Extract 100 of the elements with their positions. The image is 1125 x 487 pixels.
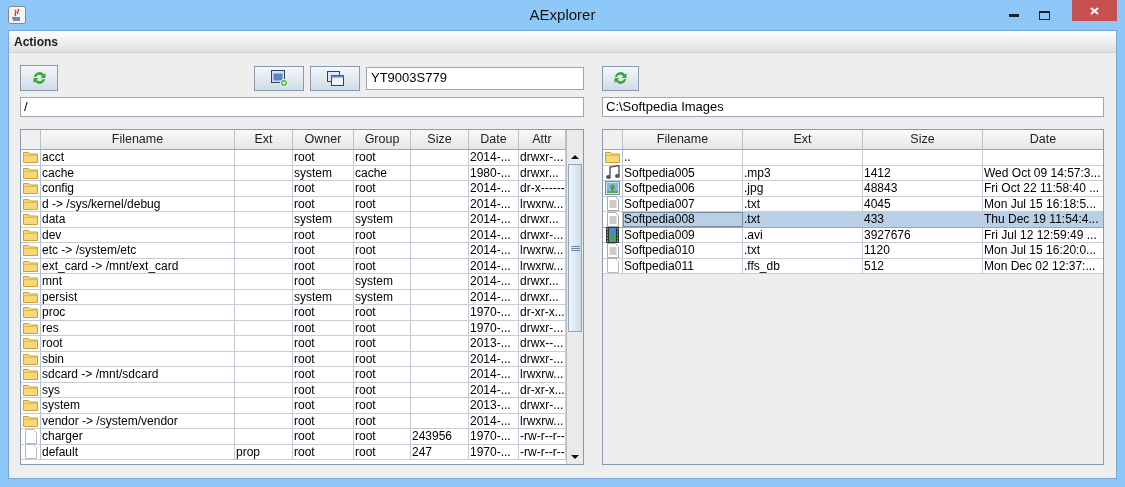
table-cell: Softpedia007 bbox=[624, 197, 695, 210]
table-cell: Fri Jul 12 12:59:49 ... bbox=[984, 228, 1097, 241]
table-cell: root bbox=[294, 259, 315, 272]
table-cell: drwxr-... bbox=[520, 151, 564, 164]
column-header[interactable]: Attr bbox=[519, 130, 566, 149]
table-cell: Softpedia008 bbox=[624, 213, 695, 226]
folder-icon bbox=[23, 166, 38, 179]
menu-item[interactable]: Actions bbox=[14, 32, 58, 51]
file-row[interactable]: .. bbox=[603, 150, 1103, 166]
table-cell: persist bbox=[42, 290, 78, 303]
column-header[interactable]: Size bbox=[863, 130, 983, 149]
table-cell: root bbox=[294, 197, 315, 210]
table-cell: sbin bbox=[42, 352, 64, 365]
device-field[interactable]: YT9003S779 bbox=[366, 66, 584, 90]
column-header[interactable]: Ext bbox=[743, 130, 863, 149]
table-cell: charger bbox=[42, 430, 83, 443]
table-cell: system bbox=[355, 290, 393, 303]
table-cell: res bbox=[42, 321, 59, 334]
table-cell: drwxr... bbox=[520, 290, 559, 303]
table-cell: root bbox=[355, 244, 376, 257]
table-cell: prop bbox=[236, 445, 261, 458]
table-cell: drwxr-... bbox=[520, 399, 564, 412]
table-cell: 1980-... bbox=[470, 166, 511, 179]
table-cell: root bbox=[355, 368, 376, 381]
table-cell: 3927676 bbox=[864, 228, 911, 241]
folder-icon bbox=[23, 352, 38, 365]
file-row[interactable]: Softpedia008 .txt 433 Thu Dec 19 11:54:4... bbox=[603, 212, 1103, 228]
grip-icon bbox=[570, 245, 580, 251]
close-button[interactable] bbox=[1072, 0, 1117, 21]
table-cell: .txt bbox=[744, 213, 760, 226]
window-title: AExplorer bbox=[528, 4, 597, 25]
table-cell: 2014-... bbox=[470, 182, 511, 195]
table-cell: root bbox=[294, 321, 315, 334]
table-cell: system bbox=[294, 213, 332, 226]
path-field[interactable]: C:\Softpedia Images bbox=[602, 97, 1104, 117]
text-file-icon bbox=[605, 196, 620, 212]
table-cell: 2013-... bbox=[470, 337, 511, 350]
column-header[interactable]: Size bbox=[411, 130, 469, 149]
table-cell: Wed Oct 09 14:57:3... bbox=[984, 166, 1101, 179]
table-cell: .. bbox=[624, 151, 631, 164]
table-cell: root bbox=[294, 275, 315, 288]
table-cell: data bbox=[42, 213, 66, 226]
file-icon bbox=[605, 258, 620, 274]
table-cell: root bbox=[294, 368, 315, 381]
table-cell: 48843 bbox=[864, 182, 898, 195]
column-header[interactable]: Filename bbox=[623, 130, 743, 149]
maximize-icon[interactable] bbox=[1039, 10, 1050, 20]
scroll-thumb[interactable] bbox=[568, 164, 582, 332]
table-cell: root bbox=[355, 321, 376, 334]
column-header[interactable]: Ext bbox=[235, 130, 293, 149]
table-cell: 2014-... bbox=[470, 383, 511, 396]
table-cell: Mon Jul 15 16:18:5... bbox=[984, 197, 1097, 210]
table-cell: root bbox=[294, 151, 315, 164]
table-cell: 247 bbox=[412, 445, 433, 458]
table-cell: root bbox=[294, 414, 315, 427]
table-cell: lrwxrw... bbox=[520, 197, 564, 210]
table-cell: sdcard -> /mnt/sdcard bbox=[42, 368, 159, 381]
table-cell: 2014-... bbox=[470, 244, 511, 257]
folder-icon bbox=[23, 244, 38, 257]
table-cell: 2014-... bbox=[470, 228, 511, 241]
refresh-button[interactable] bbox=[602, 65, 639, 91]
table-cell: root bbox=[294, 244, 315, 257]
table-cell: 2014-... bbox=[470, 197, 511, 210]
table-cell: dr-xr-x... bbox=[520, 383, 565, 396]
table-cell: lrwxrw... bbox=[520, 414, 564, 427]
folder-icon bbox=[23, 399, 38, 412]
add-window-button[interactable] bbox=[254, 65, 304, 91]
table-cell: Softpedia006 bbox=[624, 182, 695, 195]
table-cell: 4045 bbox=[864, 197, 891, 210]
path-field[interactable]: / bbox=[20, 97, 584, 117]
table-cell: lrwxrw... bbox=[520, 259, 564, 272]
table-cell: system bbox=[355, 275, 393, 288]
folder-icon bbox=[23, 290, 38, 303]
table-cell: drwxr... bbox=[520, 166, 559, 179]
table-cell: root bbox=[355, 399, 376, 412]
column-header[interactable]: Date bbox=[469, 130, 519, 149]
folder-icon bbox=[23, 259, 38, 272]
column-header[interactable]: Date bbox=[983, 130, 1103, 149]
table-cell: root bbox=[294, 228, 315, 241]
text-file-icon bbox=[605, 242, 620, 258]
folder-icon bbox=[23, 228, 38, 241]
table-cell: Softpedia005 bbox=[624, 166, 695, 179]
table-cell: 2014-... bbox=[470, 213, 511, 226]
table-cell: .jpg bbox=[744, 182, 764, 195]
folder-icon bbox=[23, 321, 38, 334]
windows-button[interactable] bbox=[310, 65, 360, 91]
table-cell: 2014-... bbox=[470, 151, 511, 164]
refresh-button[interactable] bbox=[20, 65, 58, 91]
app-icon[interactable] bbox=[8, 6, 26, 24]
scrollbar[interactable] bbox=[566, 130, 583, 464]
column-header[interactable]: Owner bbox=[293, 130, 354, 149]
table-cell: root bbox=[355, 445, 376, 458]
column-header[interactable]: Group bbox=[354, 130, 411, 149]
column-header[interactable]: Filename bbox=[41, 130, 235, 149]
table-cell: root bbox=[294, 430, 315, 443]
table-cell: drwxr... bbox=[520, 275, 559, 288]
refresh-icon bbox=[612, 70, 629, 86]
table-cell: dr-x------ bbox=[520, 182, 565, 195]
minimize-icon[interactable] bbox=[1009, 13, 1019, 17]
table-cell: root bbox=[294, 306, 315, 319]
